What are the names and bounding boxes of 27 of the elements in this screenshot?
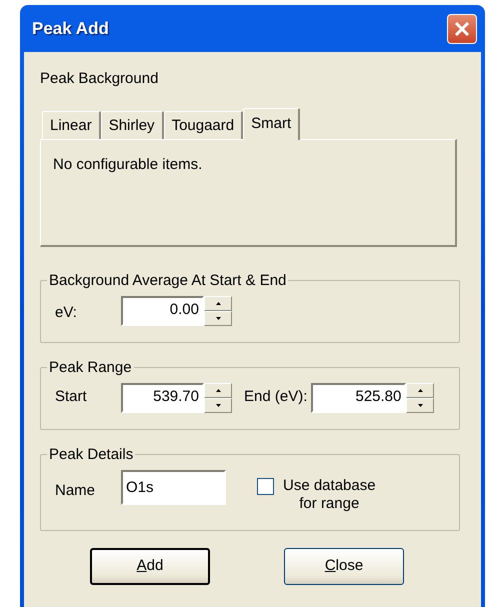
- close-button[interactable]: [447, 14, 477, 44]
- number-field[interactable]: 539.70: [121, 382, 204, 412]
- spin-buttons[interactable]: [204, 382, 232, 412]
- group-legend: Background Average At Start & End: [47, 272, 288, 288]
- tab[interactable]: Tougaard: [164, 110, 244, 138]
- number-field[interactable]: 525.80: [311, 382, 406, 412]
- tab[interactable]: Shirley: [100, 110, 164, 138]
- checkbox-label: Use database for range: [283, 476, 376, 514]
- close-icon: [453, 20, 471, 38]
- window-title: Peak Add: [32, 18, 109, 40]
- field-label: Start: [55, 387, 88, 408]
- checkbox[interactable]: [257, 478, 274, 494]
- field-label: Name: [55, 480, 96, 500]
- number-field[interactable]: 0.00: [121, 296, 204, 326]
- tab[interactable]: Linear: [42, 110, 101, 138]
- name-field[interactable]: O1s: [121, 470, 226, 504]
- spin-buttons[interactable]: [406, 382, 434, 412]
- dialog-button[interactable]: Close: [284, 548, 404, 585]
- panel-text: No configurable items.: [53, 156, 202, 172]
- section-label: Peak Background: [40, 69, 158, 89]
- dialog-button[interactable]: Add: [90, 548, 210, 585]
- spin-buttons[interactable]: [204, 296, 232, 326]
- group-legend: Peak Range: [47, 360, 134, 374]
- group-legend: Peak Details: [47, 446, 136, 462]
- field-label: eV:: [55, 303, 78, 324]
- field-label: End (eV):: [244, 387, 308, 408]
- tab[interactable]: Smart: [243, 108, 300, 140]
